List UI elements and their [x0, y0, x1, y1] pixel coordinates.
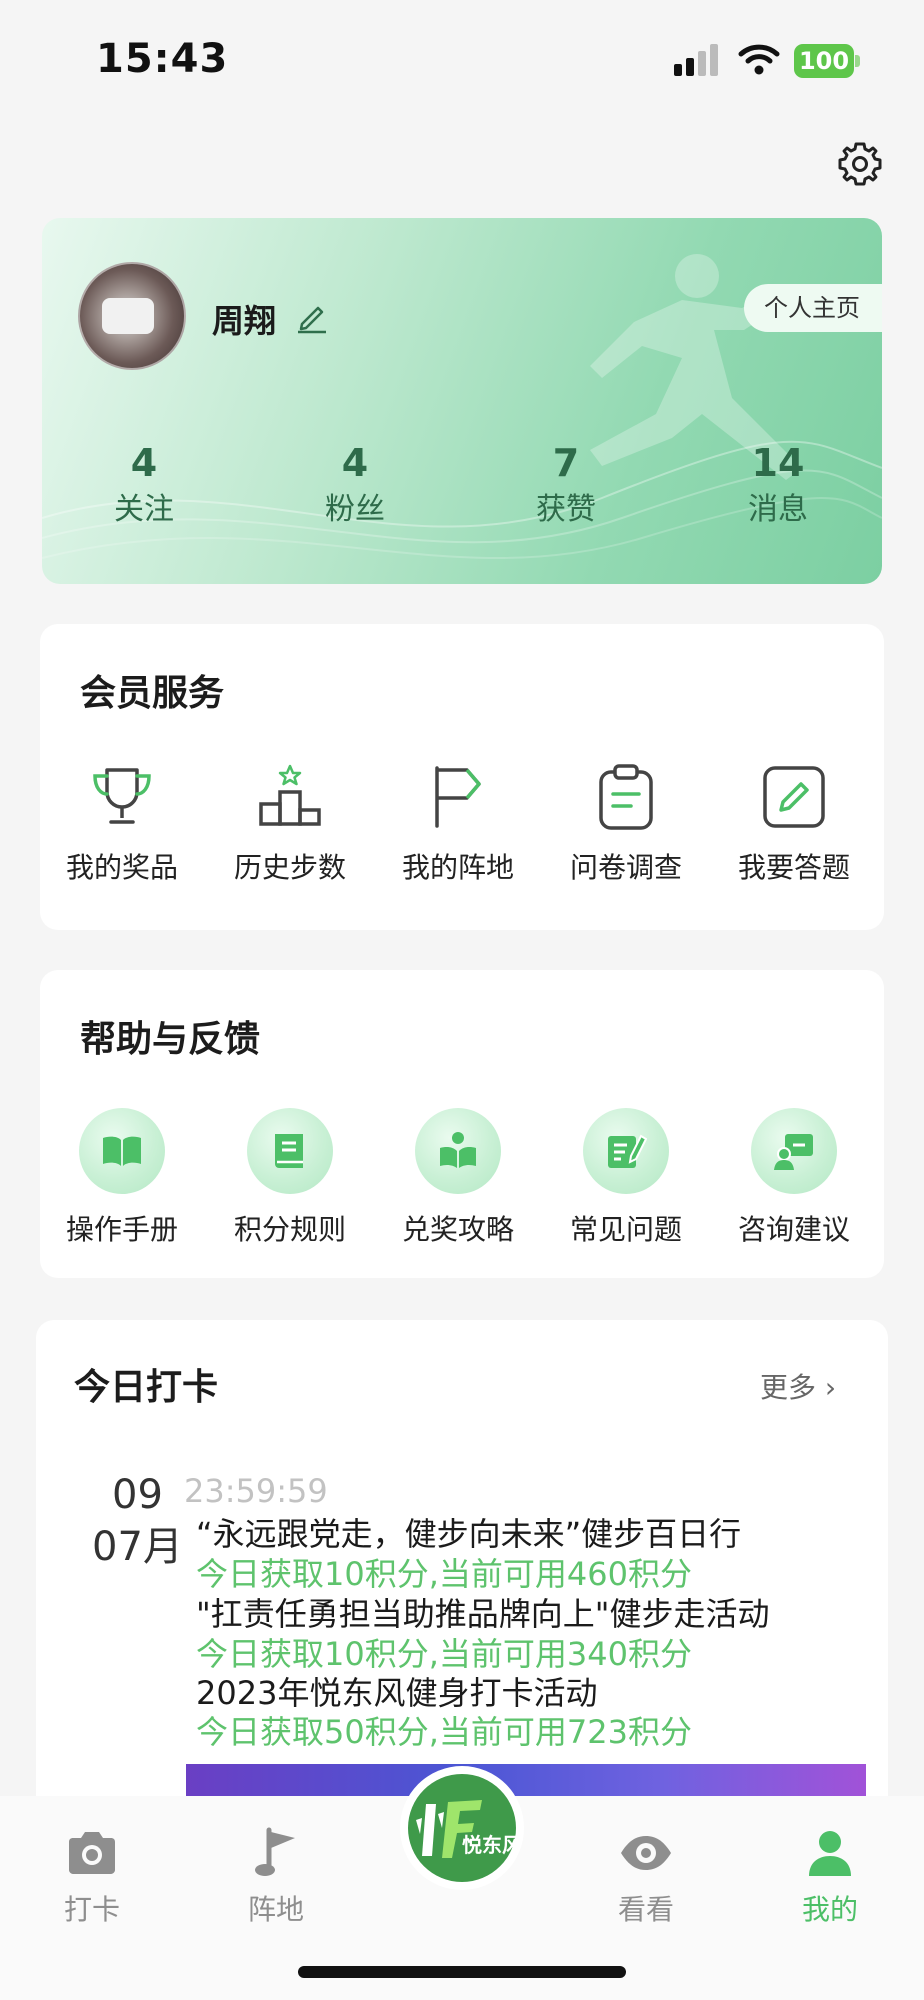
checkin-activity[interactable]: "扛责任勇担当助推品牌向上"健步走活动 [196, 1594, 769, 1634]
section-title: 帮助与反馈 [80, 1019, 261, 1060]
service-label: 我要答题 [737, 851, 850, 884]
checkin-date-day: 09 [112, 1472, 163, 1518]
help-label: 积分规则 [233, 1213, 346, 1246]
flag-icon [435, 766, 481, 828]
status-bar: 15:43 100 [0, 0, 924, 120]
stat-value: 14 [751, 441, 805, 485]
section-title: 会员服务 [80, 673, 225, 714]
chevron-right-icon: › [824, 1371, 837, 1404]
more-label: 更多 [760, 1371, 817, 1404]
tab-checkin[interactable]: 打卡 [32, 1826, 152, 1928]
checkin-points: 今日获取50积分,当前可用723积分 [196, 1713, 692, 1751]
tab-label: 打卡 [63, 1893, 120, 1926]
operation-manual-button[interactable]: 操作手册 [42, 1108, 202, 1248]
tab-label: 看看 [617, 1893, 674, 1926]
reader-icon [440, 1132, 476, 1168]
my-position-button[interactable]: 我的阵地 [378, 762, 538, 886]
eye-icon [621, 1836, 671, 1870]
brand-logo-mark: 悦东风 [416, 1800, 516, 1858]
battery-level: 100 [794, 44, 854, 78]
help-label: 咨询建议 [737, 1213, 850, 1246]
points-rules-button[interactable]: 积分规则 [210, 1108, 370, 1248]
survey-button[interactable]: 问卷调查 [546, 762, 706, 886]
checkin-activity[interactable]: 2023年悦东风健身打卡活动 [196, 1673, 597, 1713]
stat-value: 4 [130, 441, 158, 485]
member-services-panel: 会员服务 我的奖品 历史步数 我的阵地 问卷调查 我要答题 [40, 624, 884, 930]
tab-label: 我的 [801, 1893, 858, 1926]
profile-name: 周翔 [212, 302, 277, 340]
my-prizes-button[interactable]: 我的奖品 [42, 762, 202, 886]
step-history-button[interactable]: 历史步数 [210, 762, 370, 886]
answer-quiz-button[interactable]: 我要答题 [714, 762, 874, 886]
service-label: 历史步数 [233, 851, 346, 884]
flag-pin-icon [255, 1827, 295, 1876]
pencil-square-icon [763, 766, 825, 828]
book-icon [275, 1134, 303, 1168]
personal-homepage-button[interactable]: 个人主页 [744, 284, 882, 332]
faq-button[interactable]: 常见问题 [546, 1108, 706, 1248]
stat-value: 7 [552, 441, 580, 485]
checkin-activity[interactable]: “永远跟党走，健步向未来”健步百日行 [196, 1514, 741, 1554]
stat-likes[interactable]: 7 获赞 [506, 440, 626, 530]
consult-icon [774, 1134, 813, 1170]
person-icon [809, 1831, 851, 1876]
home-indicator [298, 1966, 626, 1978]
wifi-icon [738, 44, 780, 75]
section-title: 今日打卡 [74, 1367, 219, 1408]
podium-icon [259, 764, 321, 826]
redemption-guide-button[interactable]: 兑奖攻略 [378, 1108, 538, 1248]
consult-suggestion-button[interactable]: 咨询建议 [714, 1108, 874, 1248]
camera-icon [69, 1832, 115, 1874]
note-edit-icon [608, 1134, 647, 1168]
checkin-points: 今日获取10积分,当前可用340积分 [196, 1635, 692, 1673]
stat-label: 关注 [114, 492, 174, 527]
help-label: 常见问题 [569, 1213, 682, 1246]
checkin-date-month: 07月 [92, 1524, 183, 1570]
help-label: 操作手册 [65, 1213, 178, 1246]
stat-label: 获赞 [536, 492, 596, 527]
checkin-time: 23:59:59 [184, 1472, 328, 1510]
edit-pencil-icon[interactable] [296, 300, 328, 334]
status-time: 15:43 [96, 36, 229, 82]
trophy-icon [93, 768, 151, 824]
help-feedback-panel: 帮助与反馈 操作手册 积分规则 兑奖攻略 常见问题 咨询建议 [40, 970, 884, 1278]
service-label: 我的奖品 [65, 851, 178, 884]
more-link[interactable]: 更多 › [760, 1366, 836, 1406]
clipboard-icon [599, 764, 653, 830]
stat-label: 消息 [748, 492, 808, 527]
open-book-icon [103, 1136, 141, 1166]
stat-messages[interactable]: 14 消息 [718, 440, 838, 530]
yue-dongfeng-logo-button[interactable]: 悦东风 [400, 1766, 524, 1890]
tab-look[interactable]: 看看 [586, 1826, 706, 1928]
profile-card: 周翔 个人主页 4 关注 4 粉丝 7 获赞 14 消息 [42, 218, 882, 584]
avatar[interactable] [78, 262, 186, 370]
service-label: 我的阵地 [401, 851, 514, 884]
battery-icon: 100 [794, 44, 860, 78]
service-label: 问卷调查 [569, 851, 682, 884]
cellular-signal-icon [674, 44, 718, 76]
stat-value: 4 [341, 441, 369, 485]
stat-followers[interactable]: 4 粉丝 [295, 440, 415, 530]
help-label: 兑奖攻略 [401, 1213, 514, 1246]
tab-mine[interactable]: 我的 [770, 1826, 890, 1928]
logo-text: 悦东风 [462, 1833, 516, 1857]
stat-following[interactable]: 4 关注 [84, 440, 204, 530]
tab-label: 阵地 [247, 1893, 304, 1926]
stat-label: 粉丝 [325, 492, 385, 527]
checkin-points: 今日获取10积分,当前可用460积分 [196, 1555, 692, 1593]
tab-position[interactable]: 阵地 [216, 1826, 336, 1928]
gear-icon[interactable] [836, 140, 884, 188]
